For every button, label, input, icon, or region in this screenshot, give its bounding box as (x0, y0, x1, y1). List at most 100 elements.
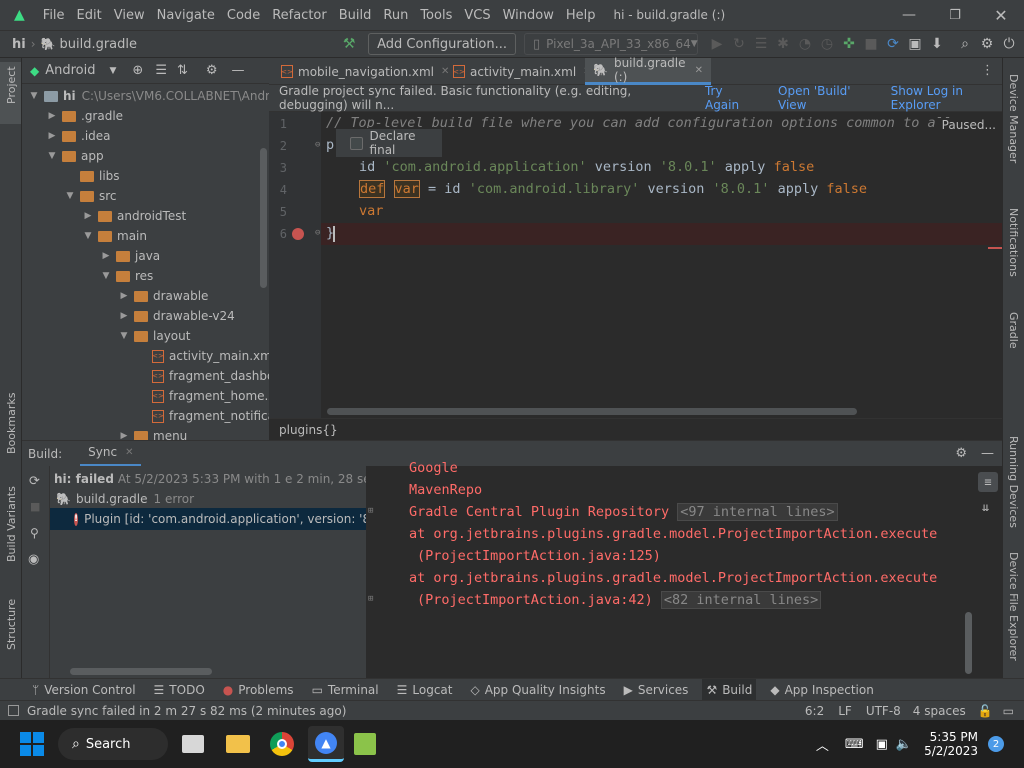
tab-mobile-navigation[interactable]: <> mobile_navigation.xml ✕ (269, 58, 449, 85)
menu-tools[interactable]: Tools (414, 8, 458, 23)
chevron-right-icon[interactable]: ▶ (82, 211, 94, 221)
tool-todo[interactable]: ☰ TODO (150, 679, 209, 701)
project-view-selector[interactable]: Android (45, 63, 95, 78)
chevron-right-icon[interactable]: ▶ (118, 291, 130, 301)
tree-item[interactable]: ▶ drawable-v24 (118, 306, 235, 326)
build-row-error[interactable]: ! Plugin [id: 'com.android.application',… (50, 508, 396, 530)
breadcrumb-file[interactable]: build.gradle (59, 37, 137, 52)
tool-version-control[interactable]: ᛘ Version Control (28, 679, 140, 701)
menu-help[interactable]: Help (560, 8, 602, 23)
menu-code[interactable]: Code (221, 8, 266, 23)
gear-icon[interactable]: ⚙ (955, 446, 967, 461)
code-editor[interactable]: // Top-level build file where you can ad… (321, 112, 1002, 418)
chevron-up-icon[interactable]: ︿ (816, 735, 829, 754)
device-manager-stripe-label[interactable]: Device Manager (1007, 74, 1020, 163)
folded-lines[interactable]: <97 internal lines> (677, 503, 838, 521)
chevron-right-icon[interactable]: ▶ (118, 311, 130, 321)
status-message[interactable]: Gradle sync failed in 2 m 27 s 82 ms (2 … (27, 704, 346, 718)
tree-item[interactable]: <> fragment_home.xml (136, 386, 269, 406)
notepad-taskbar-icon[interactable] (354, 733, 376, 755)
power-icon[interactable]: ⏻ (998, 33, 1020, 55)
windows-start-icon[interactable] (20, 732, 44, 756)
chevron-right-icon[interactable]: ▶ (100, 251, 112, 261)
device-manager-icon[interactable]: ▣ (904, 33, 926, 55)
profile-icon[interactable]: ◔ (794, 33, 816, 55)
locate-icon[interactable]: ⊕ (132, 63, 143, 78)
tool-terminal[interactable]: ▭ Terminal (308, 679, 383, 701)
menu-edit[interactable]: Edit (71, 8, 108, 23)
editor-horizontal-scrollbar[interactable] (327, 408, 857, 415)
notifications-stripe-label[interactable]: Notifications (1007, 208, 1020, 277)
gradle-stripe-label[interactable]: Gradle (1007, 312, 1020, 349)
scroll-to-end-icon[interactable]: ⇊ (982, 500, 989, 514)
sync-gradle-icon[interactable]: ⟳ (882, 33, 904, 55)
breakpoint-icon[interactable] (292, 228, 304, 240)
tree-item[interactable]: <> fragment_dashboard.xml (136, 366, 269, 386)
declare-final-checkbox[interactable] (350, 136, 363, 150)
rerun-icon[interactable]: ↻ (728, 33, 750, 55)
build-row-file[interactable]: 🐘 build.gradle 1 error (56, 489, 194, 509)
fold-marker-icon[interactable]: ⊞ (368, 594, 373, 604)
run-icon[interactable]: ▶ (706, 33, 728, 55)
task-view-icon[interactable] (182, 735, 204, 753)
chevron-right-icon[interactable]: ▶ (46, 111, 58, 121)
status-panel-icon[interactable] (8, 705, 19, 716)
tree-item[interactable]: ▼ main (82, 226, 147, 246)
build-console[interactable]: Google MavenRepo ⊞ Gradle Central Plugin… (366, 460, 1002, 678)
collapse-all-icon[interactable]: ⇅ (177, 63, 188, 78)
device-selector[interactable]: ▯ Pixel_3a_API_33_x86_64 ▼ (524, 33, 698, 55)
open-build-view-link[interactable]: Open 'Build' View (778, 84, 871, 112)
keyboard-icon[interactable]: ⌨ (845, 737, 864, 752)
tree-item[interactable]: libs (64, 166, 120, 186)
menu-window[interactable]: Window (497, 8, 560, 23)
more-run-icon[interactable]: ◷ (816, 33, 838, 55)
tree-item[interactable]: ▶ menu (118, 426, 187, 440)
close-window-button[interactable]: ✕ (978, 6, 1024, 25)
running-devices-stripe-label[interactable]: Running Devices (1007, 436, 1020, 528)
fold-marker-icon[interactable]: ⊖ (315, 228, 320, 238)
chevron-right-icon[interactable]: ▶ (118, 431, 130, 440)
menu-build[interactable]: Build (333, 8, 378, 23)
resync-icon[interactable]: ⟳ (29, 474, 40, 489)
soft-wrap-icon[interactable]: ≡ (978, 472, 998, 492)
close-icon[interactable]: ✕ (125, 447, 133, 458)
chevron-down-icon[interactable]: ▼ (118, 331, 130, 341)
tab-sync[interactable]: Sync ✕ (80, 441, 142, 467)
lock-icon[interactable]: 🔓 (978, 704, 993, 718)
device-file-explorer-stripe-label[interactable]: Device File Explorer (1007, 552, 1020, 661)
breadcrumb-project[interactable]: hi (12, 37, 26, 52)
structure-stripe-label[interactable]: Structure (5, 599, 18, 650)
expand-all-icon[interactable]: ☰ (155, 63, 167, 78)
tree-item[interactable]: ▶ drawable (118, 286, 209, 306)
try-again-link[interactable]: Try Again (705, 84, 754, 112)
gear-icon[interactable]: ⚙ (976, 33, 998, 55)
tool-problems[interactable]: ● Problems (219, 679, 298, 701)
show-log-link[interactable]: Show Log in Explorer (891, 84, 1002, 112)
memory-indicator-icon[interactable]: ▭ (1003, 704, 1014, 718)
menu-run[interactable]: Run (377, 8, 414, 23)
stop-icon[interactable]: ■ (30, 500, 40, 513)
tool-app-inspection[interactable]: ◆ App Inspection (766, 679, 877, 701)
menu-navigate[interactable]: Navigate (151, 8, 221, 23)
menu-file[interactable]: File (37, 8, 71, 23)
tree-root[interactable]: ▼ hi C:\Users\VM6.COLLABNET\AndroidS (28, 86, 269, 106)
console-vertical-scrollbar[interactable] (965, 612, 972, 674)
tab-activity-main[interactable]: <> activity_main.xml ✕ (441, 58, 592, 85)
menu-vcs[interactable]: VCS (458, 8, 496, 23)
volume-icon[interactable]: 🔈 (896, 737, 912, 752)
minimize-button[interactable]: — (886, 7, 932, 23)
tool-build[interactable]: ⚒ Build (702, 678, 757, 701)
tree-item[interactable]: ▼ app (46, 146, 104, 166)
notification-badge[interactable]: 2 (988, 736, 1004, 752)
close-icon[interactable]: ✕ (695, 65, 703, 76)
chevron-right-icon[interactable]: ▶ (46, 131, 58, 141)
file-encoding[interactable]: UTF-8 (866, 704, 901, 718)
eye-icon[interactable]: ◉ (28, 552, 39, 567)
chevron-down-icon[interactable]: ▼ (64, 191, 76, 201)
tree-item[interactable]: ▼ src (64, 186, 117, 206)
menu-view[interactable]: View (108, 8, 151, 23)
pin-icon[interactable]: ⚲ (30, 526, 39, 540)
attach-debugger-icon[interactable]: ✜ (838, 33, 860, 55)
chevron-down-icon[interactable]: ▼ (100, 271, 112, 281)
tree-item[interactable]: ▶ java (100, 246, 161, 266)
